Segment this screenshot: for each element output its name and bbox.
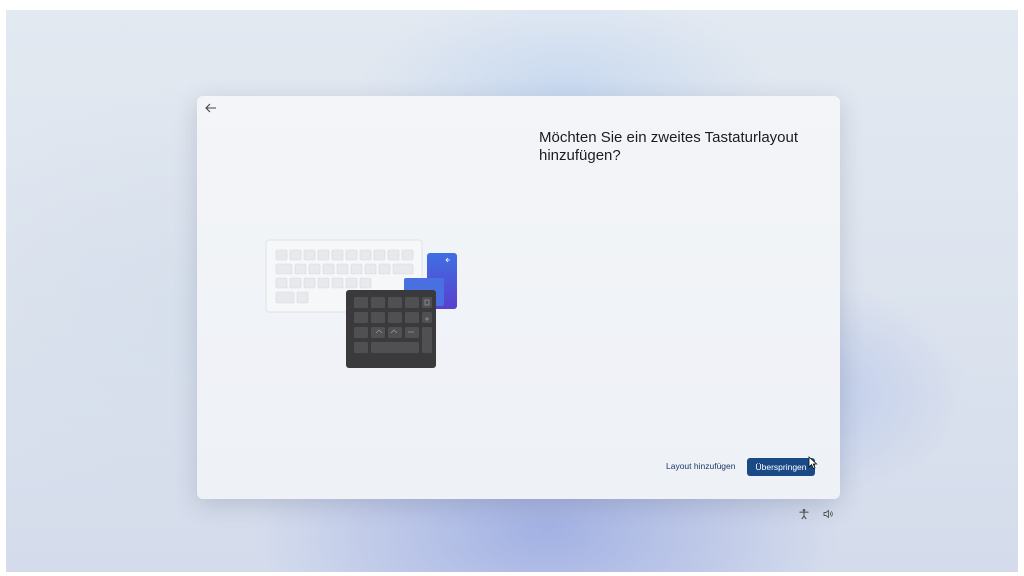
add-layout-button[interactable]: Layout hinzufügen — [662, 458, 739, 474]
page-title: Möchten Sie ein zweites Tastaturlayout h… — [539, 129, 799, 164]
screen: Möchten Sie ein zweites Tastaturlayout h… — [0, 0, 1024, 576]
accessibility-icon[interactable] — [798, 508, 810, 520]
mouse-cursor-icon — [808, 456, 818, 470]
keyboard-illustration — [265, 239, 457, 368]
back-button[interactable] — [204, 101, 218, 115]
volume-icon[interactable] — [822, 508, 834, 520]
arrow-left-icon — [205, 103, 216, 113]
skip-button[interactable]: Überspringen — [747, 458, 815, 476]
